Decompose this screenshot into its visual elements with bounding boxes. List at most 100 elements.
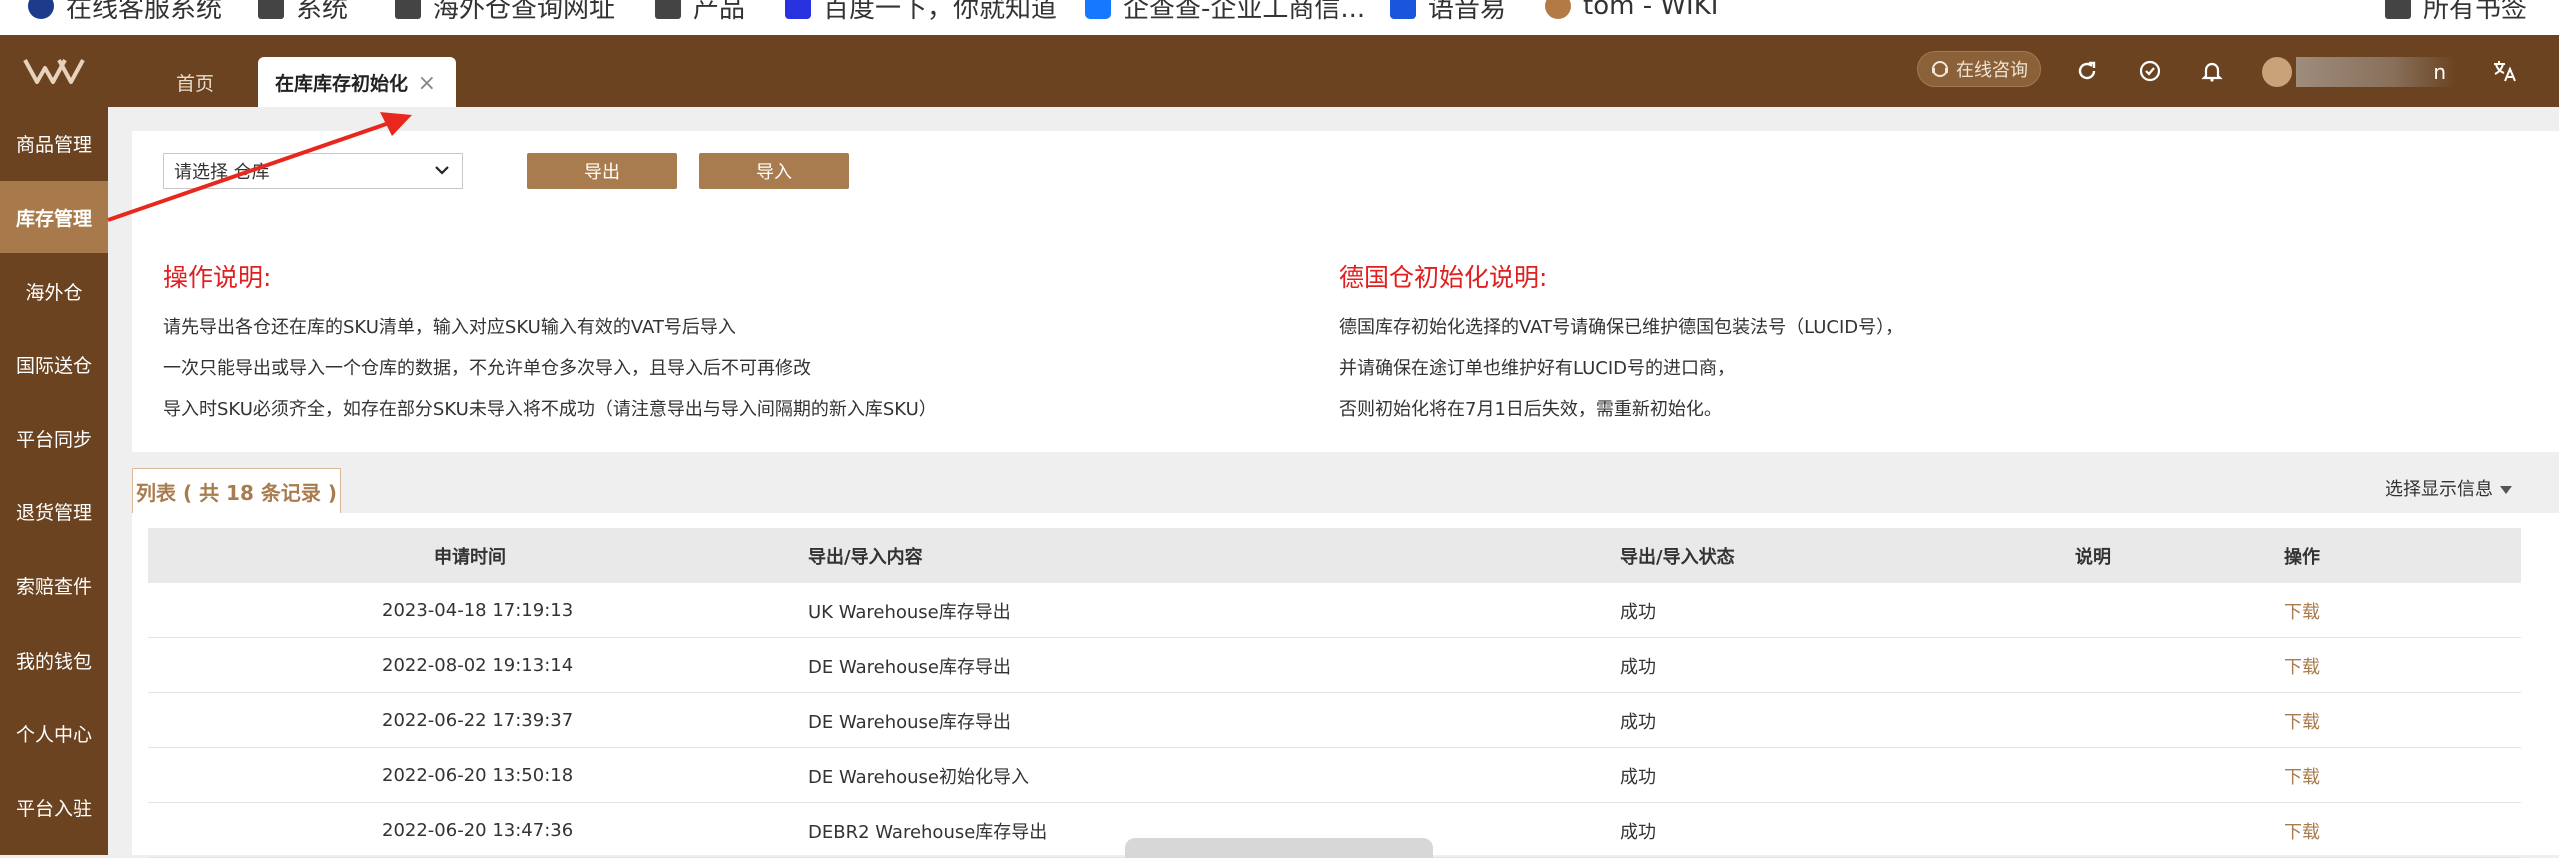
bookmark-item[interactable]: 海外仓查询网址 [395, 0, 615, 26]
bookmark-label: tom - WIKI [1583, 0, 1719, 21]
sidebar-item-overseas-warehouse[interactable]: 海外仓 [0, 255, 108, 327]
sidebar-item-claims[interactable]: 索赔查件 [0, 549, 108, 621]
instruction-line: 请先导出各仓还在库的SKU清单，输入对应SKU输入有效的VAT号后导入 [163, 317, 736, 338]
sidebar-item-products[interactable]: 商品管理 [0, 107, 108, 179]
wiki-icon [1545, 0, 1571, 19]
download-link[interactable]: 下载 [2284, 693, 2320, 748]
user-name[interactable]: n [2296, 57, 2456, 87]
cell-time: 2022-06-22 17:39:37 [382, 710, 574, 731]
tab-label: 首页 [175, 72, 214, 95]
col-status: 导出/导入状态 [1620, 546, 1735, 568]
bookmark-item[interactable]: 在线客服系统 [28, 0, 222, 26]
baidu-icon [785, 0, 811, 19]
cell-time: 2022-06-20 13:50:18 [382, 765, 574, 786]
badge-check-icon[interactable] [2136, 57, 2164, 85]
tab-label: 在库库存初始化 [275, 72, 409, 95]
sidebar-item-profile[interactable]: 个人中心 [0, 697, 108, 769]
list-tab-label: 列表 ( 共 18 条记录 ) [136, 480, 337, 505]
download-link[interactable]: 下载 [2284, 803, 2320, 858]
bookmark-item[interactable]: 百度一下，你就知道 [785, 0, 1057, 26]
sidebar-item-returns[interactable]: 退货管理 [0, 475, 108, 547]
cell-status: 成功 [1620, 711, 1656, 733]
tab-home[interactable]: 首页 [140, 57, 250, 107]
display-info-dropdown[interactable]: 选择显示信息 [2385, 475, 2513, 501]
close-icon[interactable]: × [418, 71, 436, 96]
refresh-icon[interactable] [2073, 57, 2101, 85]
col-note: 说明 [2075, 546, 2111, 568]
avatar[interactable] [2262, 57, 2292, 87]
col-action: 操作 [2284, 546, 2320, 568]
sidebar-item-platform-sync[interactable]: 平台同步 [0, 402, 108, 474]
import-button[interactable]: 导入 [699, 153, 849, 189]
bookmark-item[interactable]: 产品 [655, 0, 745, 26]
caret-down-icon [2499, 479, 2513, 500]
sidebar-item-label: 平台同步 [15, 428, 92, 451]
sidebar-item-intl-delivery[interactable]: 国际送仓 [0, 328, 108, 400]
de-instruction-line: 德国库存初始化选择的VAT号请确保已维护德国包装法号（LUCID号）， [1339, 317, 1904, 338]
sidebar-item-label: 海外仓 [25, 281, 83, 304]
bookmark-item[interactable]: 企查查-企业工商信... [1085, 0, 1365, 26]
brand-logo[interactable] [0, 35, 108, 107]
folder-icon [258, 0, 284, 19]
translate-icon[interactable] [2490, 57, 2518, 85]
download-link[interactable]: 下载 [2284, 638, 2320, 693]
records-table: 申请时间 导出/导入内容 导出/导入状态 说明 操作 2023-04-18 17… [132, 513, 2559, 858]
cell-time: 2023-04-18 17:19:13 [382, 600, 574, 621]
sidebar-item-platform-onboarding[interactable]: 平台入驻 [0, 771, 108, 843]
bookmark-item[interactable]: 语音易 [1390, 0, 1506, 26]
col-content: 导出/导入内容 [808, 546, 923, 568]
download-link[interactable]: 下载 [2284, 583, 2320, 638]
cell-status: 成功 [1620, 821, 1656, 843]
operation-panel: 请选择 仓库 导出 导入 操作说明: 请先导出各仓还在库的SKU清单，输入对应S… [132, 131, 2559, 452]
bookmark-label: 百度一下，你就知道 [823, 0, 1058, 24]
sidebar-item-label: 我的钱包 [15, 650, 92, 673]
sidebar-item-label: 退货管理 [15, 501, 92, 524]
qichacha-icon [1085, 0, 1111, 19]
cell-time: 2022-06-20 13:47:36 [382, 820, 574, 841]
bookmark-item[interactable]: tom - WIKI [1545, 0, 1718, 26]
app-header: 首页 在库库存初始化 × 在线咨询 n [0, 35, 2559, 107]
folder-icon [655, 0, 681, 19]
logo-icon [23, 59, 85, 84]
consult-label: 在线咨询 [1956, 60, 2028, 81]
tab-inventory-init[interactable]: 在库库存初始化 × [258, 57, 456, 107]
col-apply-time: 申请时间 [434, 546, 506, 568]
cell-status: 成功 [1620, 656, 1656, 678]
cell-status: 成功 [1620, 766, 1656, 788]
de-instruction-line: 否则初始化将在7月1日后失效，需重新初始化。 [1339, 399, 1722, 420]
warehouse-select[interactable]: 请选择 仓库 [163, 153, 463, 189]
online-consult-button[interactable]: 在线咨询 [1917, 51, 2041, 87]
table-row: 2022-06-22 17:39:37 DE Warehouse库存导出 成功 … [148, 693, 2521, 748]
cell-content: UK Warehouse库存导出 [808, 601, 1011, 623]
list-tab[interactable]: 列表 ( 共 18 条记录 ) [132, 468, 341, 513]
headset-icon [1932, 61, 1948, 77]
folder-icon [395, 0, 421, 19]
de-instructions-title: 德国仓初始化说明: [1339, 263, 1548, 292]
download-link[interactable]: 下载 [2284, 748, 2320, 803]
sidebar-item-label: 国际送仓 [15, 354, 92, 377]
browser-bookmarks-bar: 在线客服系统 系统 海外仓查询网址 产品 百度一下，你就知道 企查查-企业工商信… [0, 0, 2559, 35]
sidebar: 商品管理 库存管理 海外仓 国际送仓 平台同步 退货管理 索赔查件 我的钱包 个… [0, 107, 108, 855]
warehouse-select-value: 请选择 仓库 [174, 162, 270, 183]
chevron-down-icon [432, 160, 452, 185]
display-info-label: 选择显示信息 [2385, 479, 2493, 500]
de-instruction-line: 并请确保在途订单也维护好有LUCID号的进口商， [1339, 358, 1736, 379]
floating-scroll-handle[interactable] [1125, 838, 1433, 858]
instruction-line: 导入时SKU必须齐全，如存在部分SKU未导入将不成功（请注意导出与导入间隔期的新… [163, 399, 937, 420]
bookmark-label: 海外仓查询网址 [433, 0, 616, 24]
cell-content: DE Warehouse初始化导入 [808, 766, 1029, 788]
bookmark-item[interactable]: 系统 [258, 0, 348, 26]
export-button[interactable]: 导出 [527, 153, 677, 189]
cell-content: DEBR2 Warehouse库存导出 [808, 821, 1048, 843]
bookmark-label: 系统 [296, 0, 349, 24]
table-row: 2022-06-20 13:50:18 DE Warehouse初始化导入 成功… [148, 748, 2521, 803]
sidebar-item-label: 索赔查件 [15, 575, 92, 598]
bell-icon[interactable] [2198, 57, 2226, 85]
bookmark-item[interactable]: 所有书签 [2385, 0, 2527, 26]
sidebar-item-inventory[interactable]: 库存管理 [0, 181, 108, 253]
app-icon [1390, 0, 1416, 19]
table-row: 2022-08-02 19:13:14 DE Warehouse库存导出 成功 … [148, 638, 2521, 693]
bookmark-icon [28, 0, 54, 19]
cell-time: 2022-08-02 19:13:14 [382, 655, 574, 676]
sidebar-item-wallet[interactable]: 我的钱包 [0, 624, 108, 696]
